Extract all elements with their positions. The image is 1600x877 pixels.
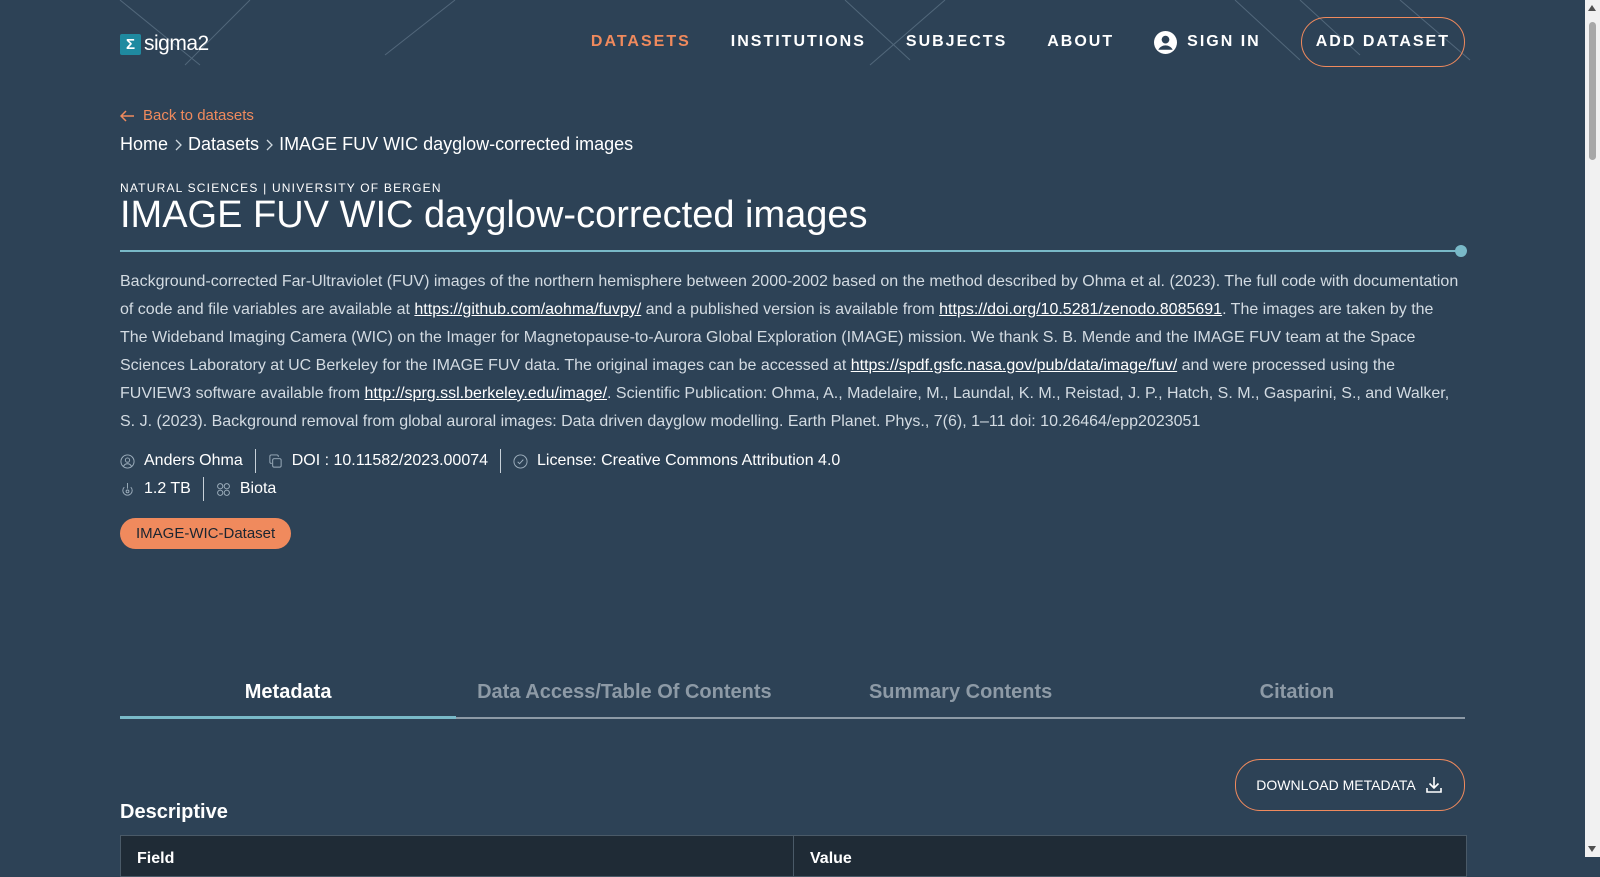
doi-item[interactable]: DOI : 10.11582/2023.00074 — [268, 452, 500, 470]
desc-text-2: and a published version is available fro… — [641, 301, 940, 318]
meta-divider — [202, 477, 204, 501]
chevron-right-icon — [263, 138, 275, 152]
chevron-right-icon — [172, 138, 184, 152]
scrollbar-thumb[interactable] — [1589, 22, 1596, 160]
add-dataset-button[interactable]: ADD DATASET — [1300, 17, 1465, 67]
zenodo-link[interactable]: https://doi.org/10.5281/zenodo.8085691 — [939, 301, 1222, 318]
sigma2-logo[interactable]: Σ sigma2 — [120, 32, 209, 56]
dataset-description: Background-corrected Far-Ultraviolet (FU… — [120, 268, 1465, 436]
tab-citation[interactable]: Citation — [1129, 665, 1465, 717]
author-item: Anders Ohma — [120, 452, 255, 470]
back-to-datasets-link[interactable]: Back to datasets — [120, 107, 254, 124]
site-header: Σ sigma2 DATASETS INSTITUTIONS SUBJECTS … — [120, 17, 1465, 67]
tab-data-access[interactable]: Data Access/Table Of Contents — [456, 665, 792, 717]
breadcrumb-datasets[interactable]: Datasets — [188, 134, 259, 155]
check-circle-icon — [513, 453, 528, 469]
main-nav: DATASETS INSTITUTIONS SUBJECTS ABOUT SIG… — [551, 17, 1465, 67]
logo-text: sigma2 — [144, 32, 209, 55]
dataset-category: Biota — [239, 480, 277, 497]
sign-in-link[interactable]: SIGN IN — [1154, 30, 1261, 54]
column-header-value: Value — [810, 850, 852, 867]
tab-metadata[interactable]: Metadata — [120, 665, 457, 719]
license-item: License: Creative Commons Attribution 4.… — [513, 452, 852, 470]
breadcrumb-current: IMAGE FUV WIC dayglow-corrected images — [279, 134, 634, 154]
column-header-field: Field — [121, 836, 794, 876]
berkeley-software-link[interactable]: http://sprg.ssl.berkeley.edu/image/ — [365, 385, 608, 402]
license-text: License: Creative Commons Attribution 4.… — [537, 452, 841, 469]
metadata-table-header: Field Value — [120, 835, 1467, 877]
back-link-label: Back to datasets — [143, 107, 254, 124]
page-title: IMAGE FUV WIC dayglow-corrected images — [120, 194, 868, 236]
doi-text: DOI : 10.11582/2023.00074 — [291, 452, 489, 469]
arrow-left-icon — [120, 109, 134, 122]
meta-divider — [500, 449, 502, 473]
user-circle-icon — [120, 453, 135, 469]
meta-divider — [254, 449, 256, 473]
storage-icon — [122, 482, 133, 496]
dataset-subject-institution: NATURAL SCIENCES | UNIVERSITY OF BERGEN — [120, 181, 442, 195]
download-metadata-label: DOWNLOAD METADATA — [1256, 777, 1416, 793]
category-item: Biota — [216, 480, 288, 498]
copy-icon — [269, 453, 282, 468]
scroll-down-arrow-icon[interactable] — [1588, 846, 1596, 852]
dataset-meta-row-1: Anders Ohma DOI : 10.11582/2023.00074 Li… — [120, 449, 852, 473]
download-icon — [1425, 777, 1442, 793]
nasa-data-link[interactable]: https://spdf.gsfc.nasa.gov/pub/data/imag… — [851, 357, 1177, 374]
title-divider — [120, 250, 1460, 252]
dataset-size: 1.2 TB — [144, 480, 191, 497]
grid-icon — [216, 482, 230, 496]
dataset-tabs: Metadata Data Access/Table Of Contents S… — [120, 665, 1465, 719]
nav-about[interactable]: ABOUT — [1047, 33, 1114, 51]
title-divider-dot — [1455, 245, 1467, 257]
download-metadata-button[interactable]: DOWNLOAD METADATA — [1235, 759, 1465, 811]
sigma-logo-icon: Σ — [120, 33, 141, 55]
scroll-up-arrow-icon[interactable] — [1588, 5, 1596, 11]
page-scrollbar[interactable] — [1585, 0, 1600, 857]
dataset-tag[interactable]: IMAGE-WIC-Dataset — [120, 518, 292, 549]
breadcrumb: Home Datasets IMAGE FUV WIC dayglow-corr… — [120, 134, 633, 155]
dataset-meta-row-2: 1.2 TB Biota — [120, 477, 288, 501]
sign-in-label: SIGN IN — [1187, 33, 1261, 50]
tab-summary-contents[interactable]: Summary Contents — [793, 665, 1129, 717]
nav-institutions[interactable]: INSTITUTIONS — [731, 33, 866, 51]
author-name: Anders Ohma — [144, 452, 243, 469]
breadcrumb-home[interactable]: Home — [120, 134, 168, 155]
nav-subjects[interactable]: SUBJECTS — [906, 33, 1007, 51]
user-avatar-icon — [1154, 30, 1178, 54]
nav-datasets[interactable]: DATASETS — [591, 33, 691, 51]
section-descriptive-title: Descriptive — [120, 801, 228, 823]
size-item: 1.2 TB — [120, 480, 203, 498]
github-link[interactable]: https://github.com/aohma/fuvpy/ — [414, 301, 641, 318]
